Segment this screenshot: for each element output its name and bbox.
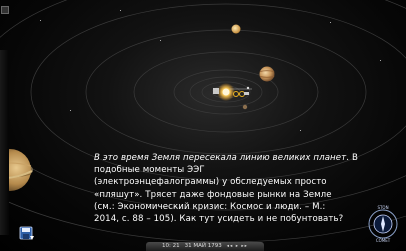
playback-controls[interactable]: ◂◂ ▸ ▸▸ xyxy=(227,242,248,251)
star xyxy=(40,20,41,21)
solar-system-view[interactable]: В это время Земля пересекала линию велик… xyxy=(0,0,406,251)
svg-text:STON: STON xyxy=(377,205,388,210)
side-panel xyxy=(0,50,9,235)
caption-line: (электроэнцефалограммы) у обследуемых пр… xyxy=(94,177,327,188)
caption-line: 2014, с. 88 – 105). Как тут усидеть и не… xyxy=(94,214,344,225)
star xyxy=(120,10,121,11)
caption-italic: В это время Земля пересекала линию велик… xyxy=(94,153,347,163)
caption-line: «пляшут». Трясет даже фондовые рынки на … xyxy=(94,189,332,200)
star xyxy=(330,22,331,23)
star xyxy=(300,130,301,131)
svg-text:COMET: COMET xyxy=(376,238,391,243)
star xyxy=(380,60,381,61)
time-control-bar[interactable]: 10: 21 31 МАЙ 1793 ◂◂ ▸ ▸▸ xyxy=(146,242,264,251)
save-icon xyxy=(19,226,34,240)
app-logo: STON COMET xyxy=(366,200,400,244)
save-button[interactable] xyxy=(19,226,35,242)
logo-icon: STON COMET xyxy=(368,205,398,243)
date-display: 31 МАЙ 1793 xyxy=(184,243,222,249)
menu-toggle[interactable] xyxy=(1,6,9,14)
jupiter xyxy=(259,66,275,82)
mercury xyxy=(242,104,248,110)
time-display: 10: 21 xyxy=(162,243,180,249)
star xyxy=(70,110,71,111)
caption-line: (см.: Экономический кризис: Космос и люд… xyxy=(94,201,326,212)
venus xyxy=(231,24,241,34)
star xyxy=(160,40,161,41)
caption-text: В это время Земля пересекала линию велик… xyxy=(94,152,400,225)
